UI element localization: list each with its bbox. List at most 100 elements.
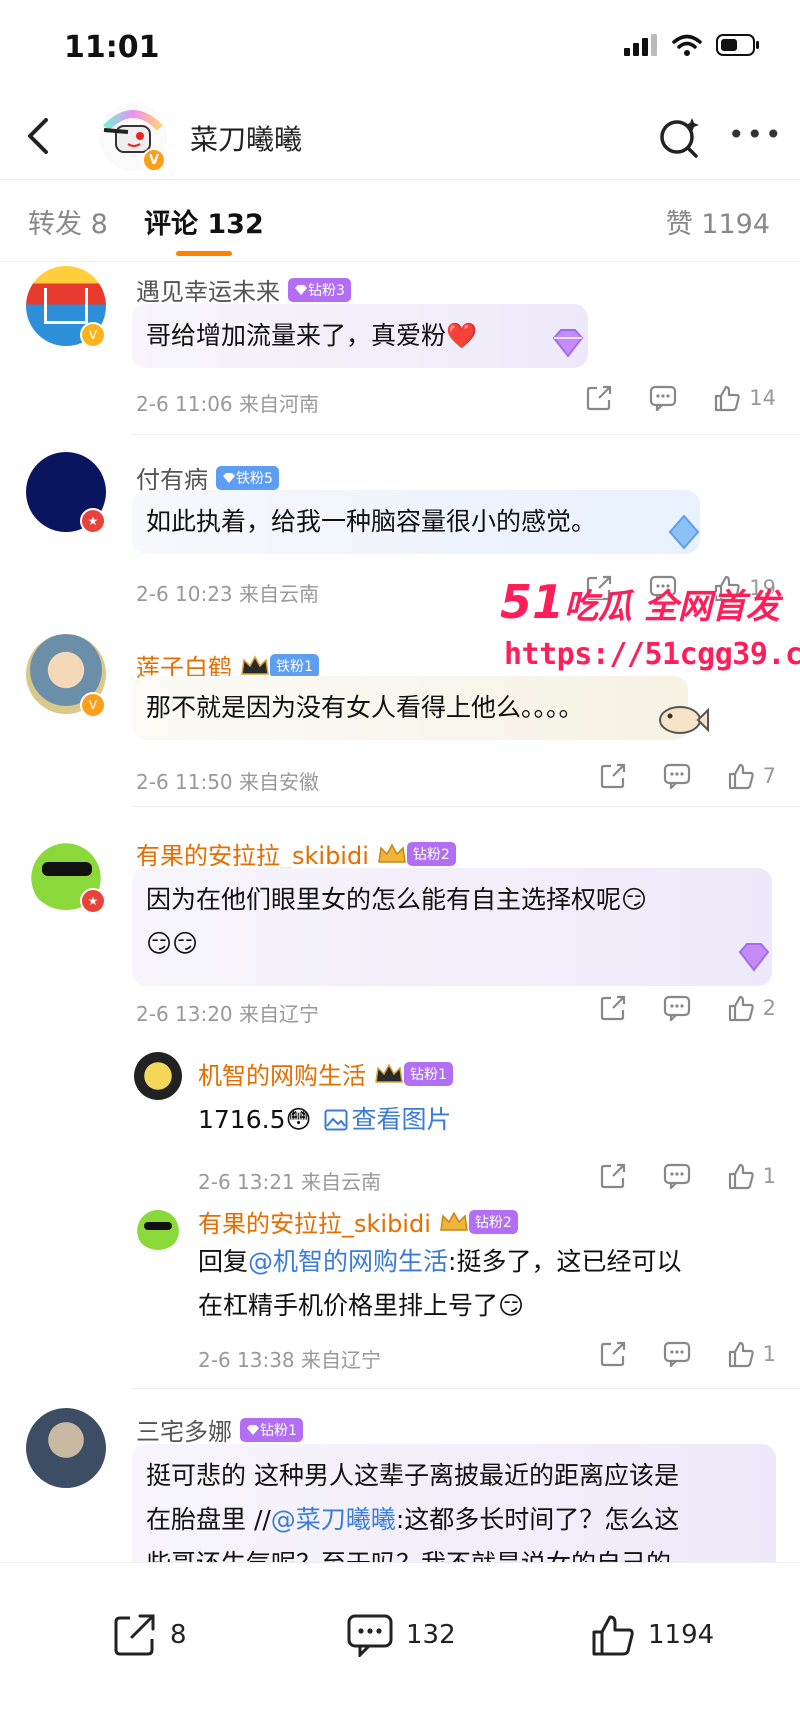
mention-link[interactable]: @机智的网购生活 [248,1247,448,1276]
fish-bubble-decoration-icon [659,706,709,734]
commenter-name[interactable]: 遇见幸运未来 钻粉3 [136,272,351,307]
diamond-icon [295,284,307,295]
thumbs-up-icon [592,1615,634,1656]
reply-text: 回复@机智的网购生活:挺多了，这已经可以 在杠精手机价格里排上号了😏 [194,1230,774,1338]
fan-badge: 钻粉1 [404,1061,453,1086]
tab-bar: 转发 8 评论 132 赞 1194 [0,180,800,262]
comment-divider [132,806,800,807]
like-count: 2 [762,996,776,1020]
comment-text-line: 因为在他们眼里女的怎么能有自主选择权呢😏 [146,885,648,914]
tab-comments[interactable]: 评论 132 [144,202,264,241]
like-button[interactable]: 1 [727,1162,776,1190]
comment-button[interactable]: 132 [346,1613,456,1657]
mention-link[interactable]: @菜刀曦曦 [271,1505,396,1534]
comment-text-line: 挺可悲的 这种男人这辈子离披最近的距离应该是 [146,1461,679,1490]
comment-meta: 2-6 11:06 来自河南 [136,392,320,416]
share-icon[interactable] [599,1340,627,1368]
fan-badge: 钻粉1 [240,1417,303,1442]
reply-text-line: 在杠精手机价格里排上号了😏 [198,1291,525,1320]
comment-item: V 遇见幸运未来 钻粉3 哥给增加流量来了，真爱粉❤️ 2-6 11:06 来自… [0,262,800,435]
comment-text: 如此执着，给我一种脑容量很小的感觉。 [132,490,700,554]
reply-icon[interactable] [649,385,677,411]
reply-prefix: 回复 [198,1247,249,1276]
comment-meta: 2-6 13:20 来自辽宁 [136,1002,320,1026]
comment-text: 挺可悲的 这种男人这辈子离披最近的距离应该是 在胎盘里 //@菜刀曦曦:这都多长… [132,1444,776,1562]
replier-avatar[interactable] [134,1052,182,1100]
watermark-brand-number: 51 [500,575,565,629]
reply-text-content: 1716.5😳 [198,1105,312,1134]
sunglasses-detail [42,862,92,876]
author-name[interactable]: 菜刀曦曦 [190,118,302,158]
status-bar: 11:01 [0,0,800,96]
signal-icon [624,34,657,56]
crown-icon [378,842,406,863]
reply-icon[interactable] [663,763,691,789]
like-button[interactable]: 7 [727,762,776,790]
view-image-link[interactable]: 查看图片 [324,1098,452,1142]
tab-likes[interactable]: 赞 1194 [666,202,770,241]
watermark-brand-text: 吃瓜 全网首发 [564,587,780,627]
fan-badge-label: 钻粉2 [474,1214,512,1231]
commenter-avatar[interactable] [26,1408,106,1488]
replier-avatar[interactable] [134,1202,182,1250]
fan-badge-label: 钻粉1 [410,1066,447,1083]
reply-icon[interactable] [663,995,691,1021]
comment-text-line: 在胎盘里 //@菜刀曦曦:这都多长时间了？怎么这 [146,1498,762,1542]
red-badge-icon: ★ [80,888,106,914]
fan-badge-label: 钻粉3 [308,282,345,299]
fan-badge: 钻粉2 [406,841,456,866]
tab-repost[interactable]: 转发 8 [28,202,108,241]
diamond-bubble-decoration-icon [552,329,584,358]
sunglasses-detail [144,1222,172,1230]
comment-divider [132,434,800,435]
reply-actions: 1 [599,1162,776,1190]
thumbs-up-icon [728,763,754,790]
reply-icon[interactable] [663,1163,691,1189]
crown-icon [241,654,269,675]
thumbs-up-icon [728,1163,754,1190]
back-arrow-icon[interactable] [20,114,60,158]
active-tab-indicator [176,251,232,256]
replier-name[interactable]: 机智的网购生活 钻粉1 [198,1056,453,1091]
commenter-name[interactable]: 有果的安拉拉_skibidi 钻粉2 [136,836,456,871]
like-count: 14 [749,386,776,410]
like-post-button[interactable]: 1194 [590,1613,714,1657]
share-icon[interactable] [599,762,627,790]
watermark-overlay: 51吃瓜 全网首发 https://51cgg39.com [500,575,800,672]
share-icon[interactable] [585,384,613,412]
diamond-bubble-decoration-icon [668,514,700,550]
avatar-detail [44,288,88,324]
reply-item: 机智的网购生活 钻粉1 1716.5😳 查看图片 2-6 13:21 来自云南 … [0,1048,800,1194]
share-icon [114,1614,155,1656]
diamond-bubble-decoration-icon [738,943,770,972]
reply-text-line: 回复@机智的网购生活:挺多了，这已经可以 [198,1240,760,1284]
fan-badge-label: 钻粉2 [412,846,450,863]
crown-icon [375,1062,403,1083]
commenter-name-text: 三宅多娜 [136,1418,232,1446]
watermark-brand: 51吃瓜 全网首发 [500,575,800,629]
repost-button[interactable]: 8 [112,1613,187,1657]
comment-actions: 7 [599,762,776,790]
like-count: 1 [762,1164,776,1188]
diamond-icon [223,472,235,483]
reply-text: 1716.5😳 查看图片 [194,1088,466,1152]
like-button[interactable]: 14 [713,384,776,412]
share-icon[interactable] [599,1162,627,1190]
reply-text-part: :挺多了，这已经可以 [448,1247,682,1276]
like-post-count: 1194 [648,1620,715,1650]
battery-icon [716,34,759,56]
comment-text: 因为在他们眼里女的怎么能有自主选择权呢😏 😏😏 [132,868,772,986]
thumbs-up-icon [728,995,754,1022]
commenter-name[interactable]: 三宅多娜 钻粉1 [136,1412,303,1447]
search-icon[interactable] [656,114,702,160]
comment-text: 那不就是因为没有女人看得上他么。。。。 [132,676,688,740]
more-options-icon[interactable]: ••• [728,121,784,149]
fan-badge-label: 钻粉1 [260,1422,297,1439]
share-icon[interactable] [599,994,627,1022]
author-avatar[interactable]: V [98,102,168,172]
like-button[interactable]: 1 [727,1340,776,1368]
like-button[interactable]: 2 [727,994,776,1022]
wifi-icon [672,34,702,56]
reply-icon[interactable] [663,1341,691,1367]
fan-badge: 铁粉1 [270,653,319,678]
